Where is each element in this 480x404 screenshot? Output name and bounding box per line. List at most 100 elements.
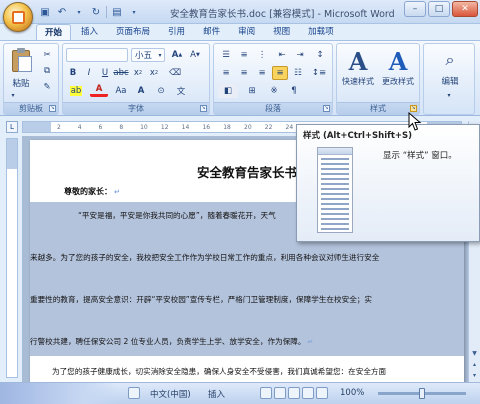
print-layout-view-icon[interactable]	[260, 387, 272, 399]
insert-mode-indicator[interactable]: 插入	[208, 388, 225, 400]
line-spacing-icon[interactable]: ↕≡	[310, 66, 328, 80]
paragraph-launcher-icon[interactable]: ↘	[323, 105, 330, 112]
minimize-button[interactable]: –	[404, 1, 426, 17]
window-controls: – □ ✕	[404, 1, 478, 17]
tab-view[interactable]: 视图	[265, 24, 298, 40]
clipboard-launcher-icon[interactable]: ↘	[49, 105, 56, 112]
close-button[interactable]: ✕	[452, 1, 478, 17]
tooltip-description: 显示 “样式” 窗口。	[383, 151, 457, 161]
quick-styles-button[interactable]: A 快速样式	[339, 48, 377, 96]
enclose-character-icon[interactable]: ⊙	[153, 84, 169, 98]
dropdown-icon[interactable]: ▾	[72, 5, 86, 19]
tab-mailings[interactable]: 邮件	[195, 24, 228, 40]
numbering-icon[interactable]: ≡	[236, 48, 252, 62]
subscript-icon[interactable]: x2	[131, 66, 145, 80]
body-line-4: 行警校共建，聘任保安公司 2 位专业人员，负责学生上学、放学安全，作为保障。 ↵	[30, 337, 314, 346]
format-painter-icon[interactable]: ✎	[40, 80, 54, 94]
save-icon[interactable]: ▣	[38, 5, 52, 19]
copy-icon[interactable]: ⧉	[40, 64, 54, 78]
increase-indent-icon[interactable]: ⇥	[292, 48, 308, 62]
styles-tooltip: 样式 (Alt+Ctrl+Shift+S) 显示 “样式” 窗口。	[296, 124, 480, 242]
distributed-icon[interactable]: ☷	[290, 66, 306, 80]
web-layout-view-icon[interactable]	[288, 387, 300, 399]
character-shading-icon[interactable]: A	[133, 84, 149, 98]
align-left-icon[interactable]: ≡	[218, 66, 234, 80]
find-binoculars-icon[interactable]: ⌕	[438, 48, 462, 72]
greeting-line: 尊敬的家长： ↵	[64, 187, 120, 196]
ruler-tick-label: 24	[285, 124, 294, 131]
full-screen-view-icon[interactable]	[274, 387, 286, 399]
scroll-down-icon[interactable]: ▼	[470, 349, 479, 358]
change-styles-button[interactable]: A 更改样式	[379, 48, 417, 96]
font-size-dropdown-icon[interactable]: ▾	[155, 48, 165, 62]
font-name-combo[interactable]	[66, 48, 128, 62]
tooltip-title: 样式 (Alt+Ctrl+Shift+S)	[303, 131, 413, 141]
editing-group: ⌕ 编辑 ▾	[423, 43, 475, 115]
change-case-icon[interactable]: Aa	[113, 84, 129, 98]
vertical-ruler[interactable]	[6, 138, 18, 378]
underline-button[interactable]: U	[98, 66, 112, 80]
styles-group: A 快速样式 A 更改样式 样式 ↘	[336, 43, 420, 115]
maximize-button[interactable]: □	[428, 1, 450, 17]
font-color-button[interactable]: A	[90, 84, 108, 97]
next-page-icon[interactable]: ▾	[470, 371, 479, 380]
customize-qat-icon[interactable]: ▾	[127, 5, 141, 19]
tab-home[interactable]: 开始	[36, 24, 72, 40]
ruler-tick-label: 8	[119, 124, 124, 131]
redo-icon[interactable]: ↻	[89, 5, 103, 19]
body-line-2: 来越多。为了您的孩子的安全，我校把安全工作作为学校日常工作的重点，利用各种会议对…	[30, 253, 380, 262]
ruler-tick-label: 22	[264, 124, 273, 131]
change-styles-label: 更改样式	[382, 77, 414, 86]
title-bar: ▣ ↶ ▾ ↻ ▤ ▾ 安全教育告家长书.doc [兼容模式] - Micros…	[0, 0, 480, 24]
bold-button[interactable]: B	[66, 66, 80, 80]
office-button[interactable]	[3, 2, 33, 32]
editing-dropdown-icon[interactable]: ▾	[444, 88, 454, 102]
body-line-3: 重要性的教育，提高安全意识：开辟“平安校园”宣传专栏，严格门卫管理制度，保障学生…	[30, 295, 372, 304]
strikethrough-icon[interactable]: abc	[113, 66, 128, 80]
previous-page-icon[interactable]: ▴	[470, 360, 479, 369]
bullets-icon[interactable]: ☰	[218, 48, 234, 62]
spelling-check-icon[interactable]	[128, 387, 140, 399]
shading-icon[interactable]: ◧	[218, 84, 238, 98]
paste-icon[interactable]	[10, 47, 34, 73]
ruler-tick-label: 14	[181, 124, 190, 131]
undo-icon[interactable]: ↶	[55, 5, 69, 19]
ruler-toggle-button[interactable]: L	[6, 121, 18, 133]
clear-formatting-icon[interactable]: ⌫	[167, 66, 183, 80]
language-indicator[interactable]: 中文(中国)	[150, 388, 191, 400]
sort-icon[interactable]: ↕	[312, 48, 328, 62]
italic-button[interactable]: I	[82, 66, 96, 80]
editing-button[interactable]: 编辑	[428, 74, 472, 88]
justify-icon[interactable]: ≡	[272, 66, 288, 80]
phonetic-guide-icon[interactable]: 文	[173, 84, 189, 98]
tab-page-layout[interactable]: 页面布局	[108, 24, 158, 40]
shrink-font-icon[interactable]: A ▼	[187, 48, 203, 62]
paste-dropdown-icon[interactable]: ▾	[8, 88, 18, 102]
styles-launcher-icon[interactable]: ↘	[410, 105, 417, 112]
decrease-indent-icon[interactable]: ⇤	[274, 48, 290, 62]
zoom-level[interactable]: 100%	[340, 388, 364, 398]
align-center-icon[interactable]: ≡	[236, 66, 252, 80]
show-marks-icon[interactable]: ¶	[286, 84, 302, 98]
office-logo-icon	[12, 11, 25, 24]
align-right-icon[interactable]: ≡	[254, 66, 270, 80]
tab-insert[interactable]: 插入	[73, 24, 106, 40]
font-group-label: 字体	[63, 102, 209, 114]
zoom-slider-knob[interactable]	[419, 388, 425, 399]
tab-add-ins[interactable]: 加载项	[300, 24, 342, 40]
tab-references[interactable]: 引用	[160, 24, 193, 40]
superscript-icon[interactable]: x2	[147, 66, 161, 80]
tab-review[interactable]: 审阅	[230, 24, 263, 40]
cut-icon[interactable]: ✂	[40, 48, 54, 62]
borders-icon[interactable]: ⊞	[242, 84, 262, 98]
multilevel-list-icon[interactable]: ⋮	[254, 48, 270, 62]
draft-view-icon[interactable]	[316, 387, 328, 399]
window-title: 安全教育告家长书.doc [兼容模式] - Microsoft Word	[170, 9, 395, 20]
chinese-layout-icon[interactable]: ※	[266, 84, 282, 98]
highlight-button[interactable]: ab	[66, 84, 86, 98]
print-preview-icon[interactable]: ▤	[110, 5, 124, 19]
grow-font-icon[interactable]: A ▲	[169, 48, 185, 62]
font-launcher-icon[interactable]: ↘	[200, 105, 207, 112]
ruler-tick-label: 4	[77, 124, 82, 131]
outline-view-icon[interactable]	[302, 387, 314, 399]
